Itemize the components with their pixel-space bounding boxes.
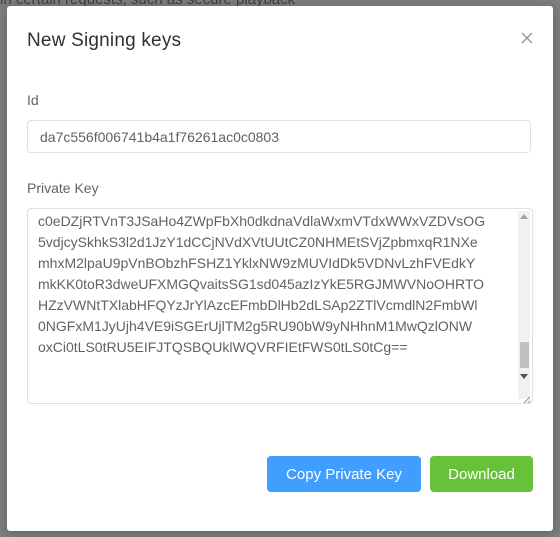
scrollbar-thumb[interactable] [520, 342, 529, 368]
private-key-text: FNHFWdXE5UG04S0ZaUUtkOXovNE1GZG1LQkJtYQp… [38, 213, 486, 355]
scroll-up-arrow-icon[interactable] [520, 214, 528, 219]
textarea-scrollbar[interactable] [518, 211, 530, 399]
copy-private-key-button[interactable]: Copy Private Key [267, 456, 421, 492]
scroll-down-arrow-icon[interactable] [520, 374, 528, 379]
dialog-title: New Signing keys [27, 30, 182, 51]
close-icon[interactable] [519, 30, 535, 46]
new-signing-keys-dialog: New Signing keys Id Private Key FNHFWdXE… [7, 6, 553, 531]
download-button[interactable]: Download [430, 456, 533, 492]
private-key-textarea[interactable]: FNHFWdXE5UG04S0ZaUUtkOXovNE1GZG1LQkJtYQp… [27, 208, 533, 404]
id-field[interactable] [27, 120, 531, 153]
private-key-label: Private Key [27, 180, 99, 196]
resize-grip-icon[interactable] [521, 392, 531, 403]
id-label: Id [27, 92, 39, 108]
